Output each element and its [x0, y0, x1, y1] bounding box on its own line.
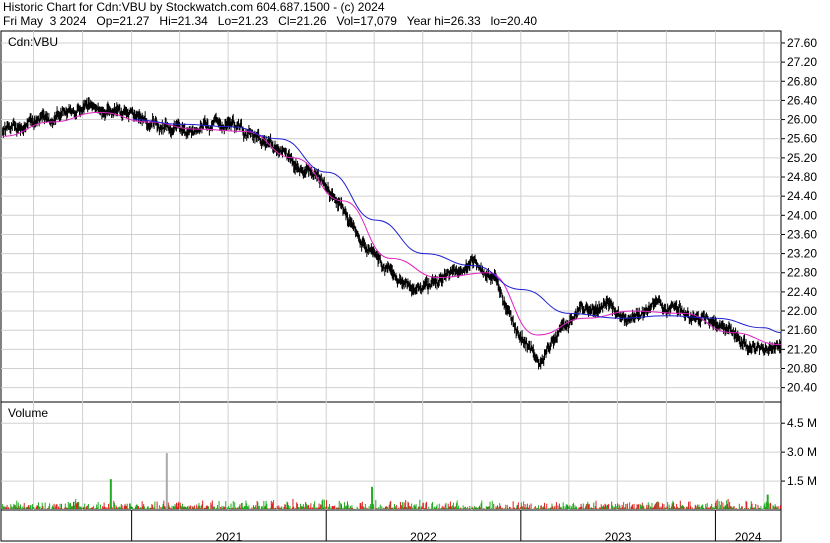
price-tick-label: 25.20	[787, 151, 817, 165]
volume-label: Volume	[8, 406, 48, 420]
price-tick-label: 25.60	[787, 132, 817, 146]
price-tick-label: 22.00	[787, 304, 817, 318]
price-panel	[0, 30, 782, 403]
price-tick-label: 26.80	[787, 74, 817, 88]
price-tick-label: 27.20	[787, 55, 817, 69]
time-axis-panel	[0, 509, 782, 542]
price-tick-label: 24.80	[787, 170, 817, 184]
price-tick-label: 23.20	[787, 247, 817, 261]
volume-tick-label: 3.0 M	[787, 445, 817, 459]
year-label: 2023	[605, 530, 632, 543]
price-tick-label: 21.20	[787, 342, 817, 356]
symbol-label: Cdn:VBU	[8, 35, 58, 49]
price-axis: 20.40 20.80 21.20 21.60 22.00 22.40 22.80 23.20…	[781, 36, 817, 395]
volume-axis: 1.5 M 3.0 M 4.5 M	[781, 416, 817, 488]
price-tick-label: 24.00	[787, 208, 817, 222]
stock-chart: 20.40 20.80 21.20 21.60 22.00 22.40 22.80 23.20…	[0, 30, 817, 543]
volume-tick-label: 4.5 M	[787, 416, 817, 430]
price-tick-label: 27.60	[787, 36, 817, 50]
price-tick-label: 22.40	[787, 285, 817, 299]
year-label: 2024	[735, 530, 762, 543]
price-tick-label: 23.60	[787, 227, 817, 241]
year-label: 2022	[410, 530, 437, 543]
price-tick-label: 22.80	[787, 266, 817, 280]
price-tick-label: 20.40	[787, 381, 817, 395]
price-tick-label: 21.60	[787, 323, 817, 337]
price-tick-label: 26.00	[787, 113, 817, 127]
price-tick-label: 26.40	[787, 93, 817, 107]
year-label: 2021	[216, 530, 243, 543]
volume-panel	[0, 401, 782, 511]
price-tick-label: 24.40	[787, 189, 817, 203]
price-tick-label: 20.80	[787, 361, 817, 375]
volume-tick-label: 1.5 M	[787, 474, 817, 488]
